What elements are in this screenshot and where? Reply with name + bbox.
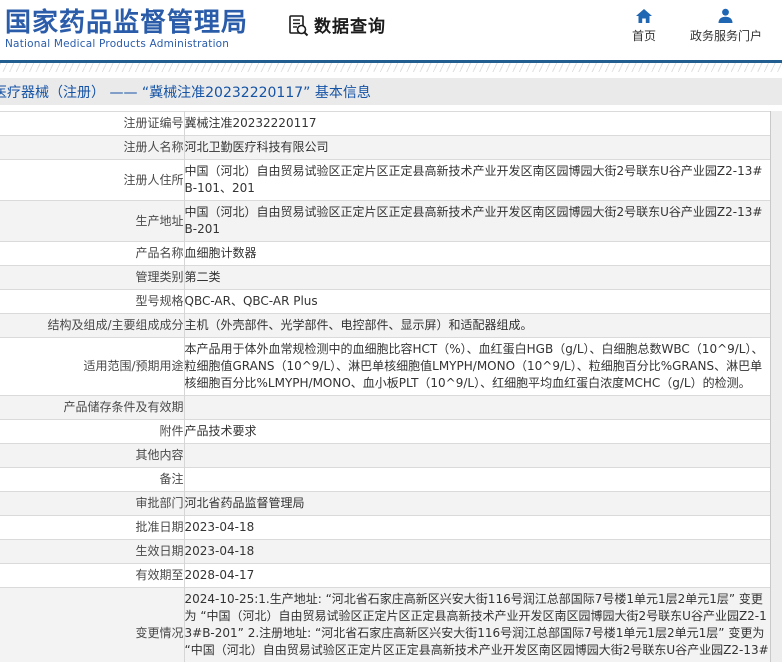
table-row: 有效期至 2028-04-17: [0, 563, 771, 588]
field-value: 中国（河北）自由贸易试验区正定片区正定县高新技术产业开发区南区园博园大街2号联东…: [184, 200, 771, 242]
nmpa-logo: 国家药品监督管理局 National Medical Products Admi…: [5, 9, 248, 50]
field-label: 适用范围/预期用途: [0, 337, 185, 396]
field-value: 河北卫勤医疗科技有限公司: [184, 135, 771, 160]
table-row: 备注: [0, 467, 771, 492]
field-value: 血细胞计数器: [184, 241, 771, 266]
stripe-band: [0, 63, 782, 72]
field-value: 主机（外壳部件、光学部件、电控部件、显示屏）和适配器组成。: [184, 313, 771, 338]
field-label: 生产地址: [0, 200, 185, 242]
table-row: 结构及组成/主要组成成分 主机（外壳部件、光学部件、电控部件、显示屏）和适配器组成…: [0, 313, 771, 338]
content-area: 注册证编号 冀械注准20232220117 注册人名称 河北卫勤医疗科技有限公司 注册人…: [0, 111, 782, 662]
field-value: 冀械注准20232220117: [184, 111, 771, 136]
field-value: [184, 443, 771, 468]
field-value: [184, 467, 771, 492]
table-row: 生效日期 2023-04-18: [0, 539, 771, 564]
field-value: 2024-10-25:1.生产地址: “河北省石家庄高新区兴安大街116号润江总…: [184, 587, 771, 662]
nav-portal[interactable]: 政务服务门户: [690, 8, 762, 44]
table-row: 审批部门 河北省药品监督管理局: [0, 491, 771, 516]
field-label: 审批部门: [0, 491, 185, 516]
table-row: 变更情况 2024-10-25:1.生产地址: “河北省石家庄高新区兴安大街116…: [0, 587, 771, 662]
field-value: 第二类: [184, 265, 771, 290]
field-label: 产品名称: [0, 241, 185, 266]
logo-subtitle: National Medical Products Administration: [5, 38, 230, 50]
table-row: 管理类别 第二类: [0, 265, 771, 290]
registration-info-table: 注册证编号 冀械注准20232220117 注册人名称 河北卫勤医疗科技有限公司 注册人…: [0, 111, 771, 662]
field-label: 结构及组成/主要组成成分: [0, 313, 185, 338]
breadcrumb: 医疗器械（注册） —— “冀械注准20232220117” 基本信息: [0, 84, 371, 101]
nav-portal-label: 政务服务门户: [689, 29, 762, 43]
field-label: 产品储存条件及有效期: [0, 395, 185, 420]
field-label: 附件: [0, 419, 185, 444]
field-label: 管理类别: [0, 265, 185, 290]
field-label: 批准日期: [0, 515, 185, 540]
field-label: 注册证编号: [0, 111, 185, 136]
field-value: QBC-AR、QBC-AR Plus: [184, 289, 771, 314]
field-value: 产品技术要求: [184, 419, 771, 444]
table-row: 产品名称 血细胞计数器: [0, 241, 771, 266]
table-row: 注册证编号 冀械注准20232220117: [0, 111, 771, 136]
field-label: 注册人住所: [0, 159, 185, 201]
table-row: 附件 产品技术要求: [0, 419, 771, 444]
field-label: 有效期至: [0, 563, 185, 588]
field-value: 河北省药品监督管理局: [184, 491, 771, 516]
table-row: 批准日期 2023-04-18: [0, 515, 771, 540]
field-value: [184, 395, 771, 420]
field-value: 2028-04-17: [184, 563, 771, 588]
info-table-body: 注册证编号 冀械注准20232220117 注册人名称 河北卫勤医疗科技有限公司 注册人…: [0, 111, 771, 662]
field-label: 注册人名称: [0, 135, 185, 160]
table-row: 型号规格 QBC-AR、QBC-AR Plus: [0, 289, 771, 314]
table-row: 注册人住所 中国（河北）自由贸易试验区正定片区正定县高新技术产业开发区南区园博园大…: [0, 159, 771, 201]
table-row: 其他内容: [0, 443, 771, 468]
field-value: 中国（河北）自由贸易试验区正定片区正定县高新技术产业开发区南区园博园大街2号联东…: [184, 159, 771, 201]
nav-home[interactable]: 首页: [632, 8, 656, 44]
site-header: 国家药品监督管理局 National Medical Products Admi…: [0, 0, 782, 60]
breadcrumb-bar: 医疗器械（注册） —— “冀械注准20232220117” 基本信息: [0, 78, 782, 105]
user-icon: [717, 8, 734, 24]
header-nav: 首页 政务服务门户: [632, 8, 762, 44]
field-label: 型号规格: [0, 289, 185, 314]
field-label: 生效日期: [0, 539, 185, 564]
table-row: 生产地址 中国（河北）自由贸易试验区正定片区正定县高新技术产业开发区南区园博园大街…: [0, 200, 771, 242]
table-row: 注册人名称 河北卫勤医疗科技有限公司: [0, 135, 771, 160]
data-query-title: 数据查询: [286, 12, 386, 37]
data-query-icon: [286, 13, 310, 37]
field-label: 备注: [0, 467, 185, 492]
table-row: 适用范围/预期用途 本产品用于体外血常规检测中的血细胞比容HCT（%）、血红蛋白H…: [0, 337, 771, 396]
data-query-label: 数据查询: [314, 17, 387, 37]
field-value: 本产品用于体外血常规检测中的血细胞比容HCT（%）、血红蛋白HGB（g/L）、白…: [184, 337, 771, 396]
table-row: 产品储存条件及有效期: [0, 395, 771, 420]
logo-title: 国家药品监督管理局: [5, 8, 249, 38]
field-value: 2023-04-18: [184, 539, 771, 564]
field-label: 其他内容: [0, 443, 185, 468]
home-icon: [635, 8, 653, 24]
nav-home-label: 首页: [631, 29, 656, 43]
field-label: 变更情况: [0, 587, 185, 662]
field-value: 2023-04-18: [184, 515, 771, 540]
